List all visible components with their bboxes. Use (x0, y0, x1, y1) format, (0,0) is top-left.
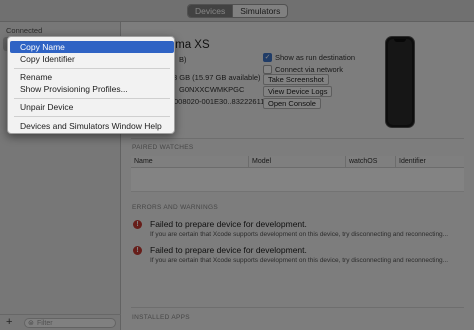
error-title: Failed to prepare device for development… (150, 245, 307, 255)
error-icon: ! (133, 246, 142, 255)
show-as-run-destination-label: Show as run destination (275, 53, 356, 62)
column-watchos[interactable]: watchOS (349, 158, 377, 165)
menu-item-unpair-device[interactable]: Unpair Device (10, 101, 174, 113)
menu-item-rename[interactable]: Rename (10, 71, 174, 83)
sidebar-heading: Connected (6, 26, 43, 35)
error-title: Failed to prepare device for development… (150, 219, 307, 229)
column-identifier[interactable]: Identifier (399, 158, 426, 165)
menu-item-copy-name[interactable]: Copy Name (10, 41, 174, 53)
error-message: If you are certain that Xcode supports d… (150, 257, 449, 264)
filter-field[interactable]: ⊜ Filter (24, 318, 116, 328)
connect-via-network-checkbox[interactable] (263, 65, 272, 74)
device-capacity: B) (179, 55, 187, 64)
errors-heading: ERRORS AND WARNINGS (132, 204, 218, 211)
device-context-menu: Copy Name Copy Identifier Rename Show Pr… (7, 36, 175, 134)
installed-apps-heading: INSTALLED APPS (132, 314, 190, 321)
menu-separator (14, 116, 170, 117)
menu-item-window-help[interactable]: Devices and Simulators Window Help (10, 120, 174, 132)
connect-via-network-label: Connect via network (275, 65, 343, 74)
take-screenshot-button[interactable]: Take Screenshot (263, 74, 329, 85)
tab-devices[interactable]: Devices (188, 5, 233, 17)
menu-item-show-provisioning-profiles[interactable]: Show Provisioning Profiles... (10, 83, 174, 95)
filter-icon: ⊜ (28, 320, 34, 327)
device-available-space: 3 GB (15.97 GB available) (173, 73, 261, 82)
tab-simulators[interactable]: Simulators (232, 5, 287, 17)
column-model[interactable]: Model (252, 158, 271, 165)
device-serial: G0NXXCWMKPGC (179, 85, 245, 94)
error-message: If you are certain that Xcode supports d… (150, 231, 449, 238)
divider (131, 138, 464, 139)
divider (131, 307, 464, 308)
menu-item-copy-identifier[interactable]: Copy Identifier (10, 53, 174, 65)
paired-watches-table-header: Name Model watchOS Identifier (131, 156, 464, 168)
paired-watches-table-body (131, 168, 464, 192)
devices-simulators-segmented-control: Devices Simulators (187, 4, 289, 18)
column-name[interactable]: Name (134, 158, 153, 165)
menu-separator (14, 98, 170, 99)
paired-watches-heading: PAIRED WATCHES (132, 144, 194, 151)
sidebar-footer: + ⊜ Filter (0, 314, 121, 330)
show-as-run-destination-checkbox[interactable]: ✓ (263, 53, 272, 62)
device-image (385, 36, 415, 128)
open-console-button[interactable]: Open Console (263, 98, 321, 109)
add-device-button[interactable]: + (6, 316, 12, 328)
error-icon: ! (133, 220, 142, 229)
filter-placeholder: Filter (37, 320, 53, 327)
title-bar: Devices Simulators (0, 0, 474, 22)
menu-separator (14, 68, 170, 69)
view-device-logs-button[interactable]: View Device Logs (263, 86, 333, 97)
